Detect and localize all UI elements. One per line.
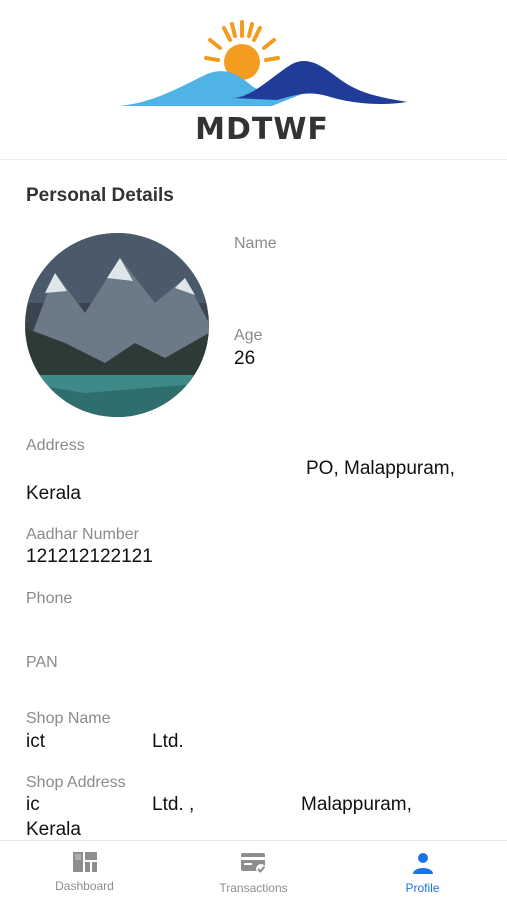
- profile-icon: [412, 853, 433, 874]
- shop-name-label: Shop Name: [26, 710, 111, 727]
- bottom-nav: Dashboard Transactions Profile: [0, 840, 507, 900]
- logo-text: MDTWF: [195, 112, 329, 147]
- age-value: 26: [234, 348, 256, 369]
- nav-dashboard[interactable]: Dashboard: [0, 841, 169, 900]
- phone-label: Phone: [26, 590, 73, 607]
- pan-label: PAN: [26, 654, 58, 671]
- address-label: Address: [26, 437, 85, 454]
- nav-transactions-label: Transactions: [219, 881, 288, 895]
- shop-address-mid: Ltd. ,: [152, 794, 195, 815]
- shop-name-start: ict: [26, 731, 45, 752]
- mdtwf-logo: MDTWF: [112, 16, 412, 147]
- logo-graphic: [117, 20, 407, 106]
- nav-dashboard-label: Dashboard: [55, 879, 114, 893]
- transactions-icon: [240, 853, 266, 874]
- name-label: Name: [234, 235, 277, 252]
- section-title: Personal Details: [26, 185, 174, 206]
- dashboard-icon: [72, 852, 97, 872]
- avatar-image: [25, 233, 209, 417]
- app-header: MDTWF: [0, 0, 507, 160]
- address-line2: Kerala: [26, 483, 81, 504]
- shop-address-start: ic: [26, 794, 40, 815]
- avatar[interactable]: [25, 233, 209, 417]
- nav-profile-label: Profile: [405, 881, 440, 895]
- aadhar-value: 121212122121: [26, 546, 153, 567]
- profile-content[interactable]: Personal Details Name Age 26 Address PO,…: [0, 160, 507, 840]
- nav-profile[interactable]: Profile: [338, 841, 507, 900]
- shop-address-end: Malappuram,: [301, 794, 412, 815]
- shop-name-end: Ltd.: [152, 731, 184, 752]
- age-label: Age: [234, 327, 263, 344]
- address-line1: PO, Malappuram,: [306, 458, 455, 479]
- nav-transactions[interactable]: Transactions: [169, 841, 338, 900]
- shop-address-label: Shop Address: [26, 774, 126, 791]
- shop-address-line2: Kerala: [26, 819, 81, 840]
- aadhar-label: Aadhar Number: [26, 526, 139, 543]
